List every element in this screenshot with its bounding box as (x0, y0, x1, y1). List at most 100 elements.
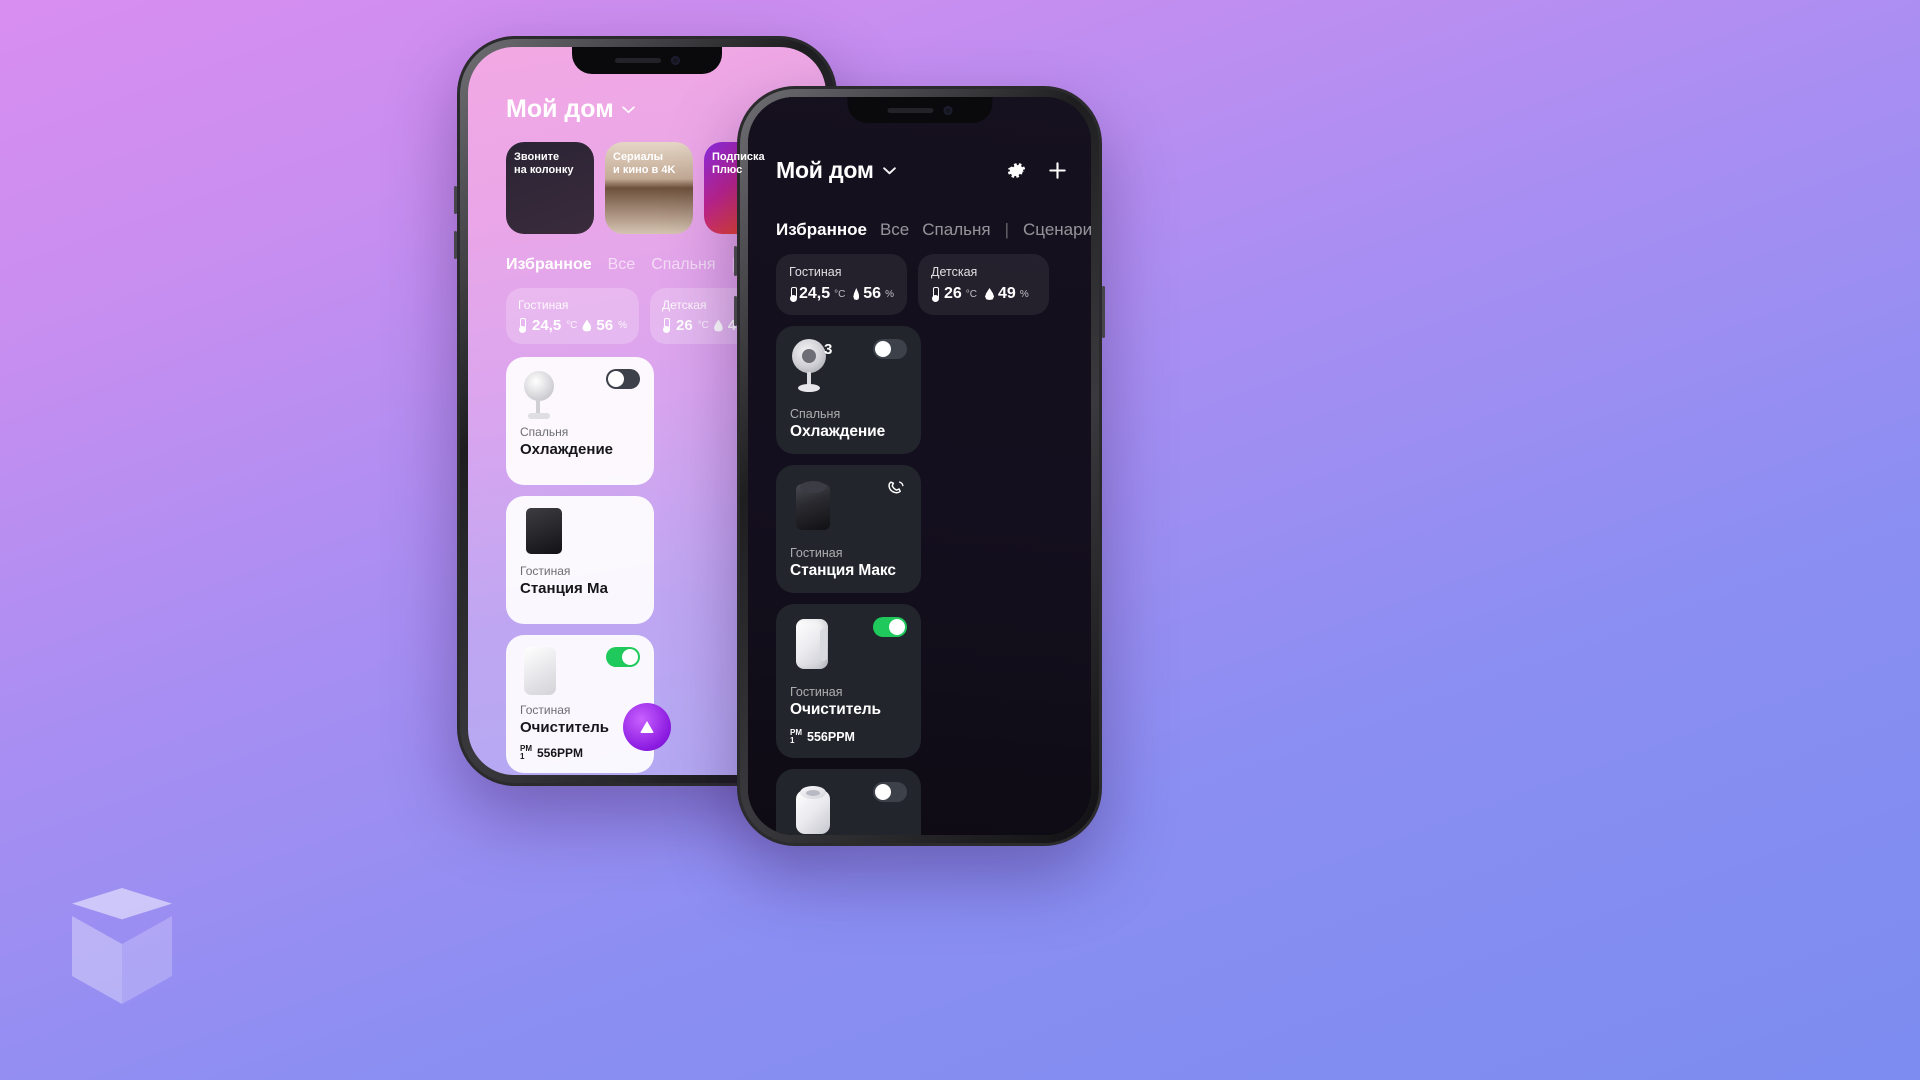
device-sensor-value: 556PPM (537, 746, 584, 760)
room-card-living-room[interactable]: Гостиная 24,5 °C 56 % (776, 254, 907, 315)
device-grid: 3 Спальня Охлаждение Гостиная Станция Ма… (748, 315, 1049, 835)
tab-favorites[interactable]: Избранное (776, 220, 867, 240)
cube-right-face (122, 916, 172, 1004)
fan-icon: 3 (790, 339, 846, 397)
room-temp: 26 (676, 317, 693, 334)
promo-carousel[interactable]: Звоните на колонку Сериалы и кино в 4K (748, 184, 1091, 200)
device-card-humidifier[interactable]: Детская Увлажнитель 27,5°C 56% (776, 769, 921, 835)
back-room-card-living[interactable]: Гостиная 24,5 °C 56 % (506, 288, 639, 344)
tab-separator: | (1004, 220, 1009, 239)
back-promo-card-1[interactable]: Сериалы и кино в 4K (605, 142, 693, 234)
humidity-drop-icon (582, 319, 592, 332)
plus-icon[interactable] (1046, 159, 1069, 182)
device-toggle[interactable] (606, 369, 640, 389)
humidifier-icon (790, 782, 846, 835)
device-room: Гостиная (520, 564, 571, 578)
promo-line1: Подписка (712, 151, 765, 163)
back-alice-assistant-button[interactable] (623, 703, 671, 751)
pm-sensor-icon: PM 1 (790, 728, 802, 745)
room-card-kids-room[interactable]: Детская 26 °C 49 % (918, 254, 1049, 315)
front-phone-device: Мой дом Избранное Все Спальня | Сценари … (734, 86, 1105, 846)
toggle-knob (875, 341, 891, 357)
device-toggle[interactable] (606, 647, 640, 667)
gear-icon[interactable] (1005, 159, 1028, 182)
device-name: Очиститель (520, 719, 609, 736)
tab-all[interactable]: Все (880, 220, 909, 240)
fan-speed-badge: 3 (824, 341, 833, 358)
room-temperature: 24,5 (798, 285, 831, 302)
thermometer-icon (789, 286, 797, 302)
device-card-cooling[interactable]: 3 Спальня Охлаждение (776, 326, 921, 454)
volume-down-button[interactable] (734, 296, 737, 326)
device-name: Очиститель (790, 701, 881, 718)
back-tab-bedroom[interactable]: Спальня (651, 256, 715, 274)
tab-bar[interactable]: Избранное Все Спальня | Сценарии (748, 200, 1091, 240)
device-sensor-pm: 556PPM (807, 730, 855, 744)
room-humidity: 56 (596, 317, 614, 334)
device-toggle-purifier[interactable] (873, 617, 907, 637)
phone-call-icon[interactable] (885, 478, 907, 500)
humidity-drop-icon (713, 319, 723, 332)
device-toggle-cooling[interactable] (873, 339, 907, 359)
room-name: Гостиная (518, 298, 569, 312)
humidity-drop-icon (985, 288, 995, 300)
back-device-card-purifier[interactable]: Гостиная Очиститель PM 1 556PPM (506, 635, 654, 773)
cube-left-face (72, 916, 122, 1004)
back-tab-all[interactable]: Все (608, 256, 636, 274)
back-phone-notch (572, 47, 722, 74)
thermometer-icon (931, 286, 940, 302)
volume-up-button[interactable] (454, 186, 457, 214)
room-temp: 24,5 (531, 317, 562, 334)
room-temperature-unit: °C (965, 288, 978, 300)
air-purifier-icon (790, 617, 846, 675)
back-tab-favorites[interactable]: Избранное (506, 256, 592, 274)
header-actions (1005, 159, 1069, 182)
back-device-card-station[interactable]: Гостиная Станция Ма (506, 496, 654, 624)
page-title: Мой дом (776, 157, 874, 183)
front-camera (670, 56, 680, 65)
room-sensor-row: Гостиная 24,5 °C 56 % Детская 26 °C 49 % (748, 240, 1091, 315)
earpiece-speaker (614, 58, 661, 63)
toggle-knob (875, 784, 891, 800)
tab-bedroom[interactable]: Спальня (922, 220, 990, 240)
smart-home-app: Мой дом Избранное Все Спальня | Сценари … (748, 97, 1091, 835)
tab-scenarios[interactable]: Сценарии (1023, 220, 1091, 240)
device-room: Гостиная (790, 546, 843, 560)
room-humidity-unit: % (618, 320, 627, 331)
device-toggle-humidifier[interactable] (873, 782, 907, 802)
front-phone-screen: Мой дом Избранное Все Спальня | Сценари … (748, 97, 1091, 835)
back-device-card-cooling[interactable]: Спальня Охлаждение (506, 357, 654, 485)
speaker-icon (790, 478, 846, 536)
device-room: Спальня (790, 407, 841, 421)
promo-line2: на колонку (514, 163, 574, 176)
room-humidity: 56 (863, 285, 882, 302)
home-selector[interactable]: Мой дом (776, 157, 896, 184)
promo-line2: и кино в 4K (613, 163, 676, 176)
front-phone-notch (847, 97, 992, 123)
room-temperature: 26 (944, 285, 962, 302)
room-humidity: 49 (998, 285, 1016, 302)
promo-line1: Сериалы (613, 151, 664, 163)
device-name: Охлаждение (520, 441, 614, 458)
room-humidity-unit: % (1019, 288, 1029, 300)
humidity-drop-icon (853, 288, 860, 300)
device-name: Охлаждение (790, 423, 886, 440)
device-card-purifier[interactable]: Гостиная Очиститель PM 1 556PPM (776, 604, 921, 758)
device-name: Станция Макс (790, 562, 896, 579)
volume-down-button[interactable] (454, 231, 457, 259)
power-button[interactable] (1102, 286, 1105, 338)
brand-cube-logo (62, 888, 182, 1018)
room-name: Гостиная (789, 265, 842, 279)
room-temp-unit: °C (697, 320, 709, 331)
device-room: Спальня (520, 425, 569, 439)
room-temp-unit: °C (566, 320, 578, 331)
device-card-station-max[interactable]: Гостиная Станция Макс (776, 465, 921, 593)
room-name: Детская (931, 265, 978, 279)
chevron-down-icon (882, 166, 896, 174)
thermometer-icon (662, 318, 671, 333)
volume-up-button[interactable] (734, 246, 737, 276)
promo-line1: Звоните (514, 151, 560, 163)
device-name: Станция Ма (520, 580, 608, 597)
back-promo-card-0[interactable]: Звоните на колонку (506, 142, 594, 234)
alice-triangle-icon (640, 721, 654, 733)
